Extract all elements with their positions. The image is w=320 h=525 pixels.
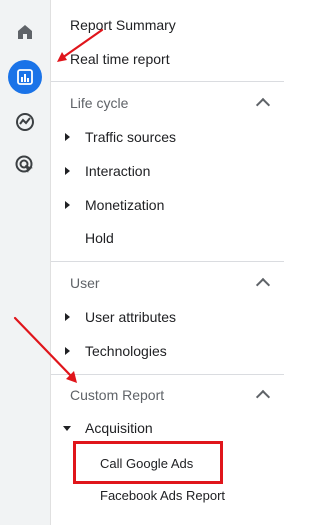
- annotation-arrow: [60, 28, 104, 60]
- annotation-arrows: [13, 28, 104, 383]
- annotation-arrow: [13, 316, 74, 379]
- arrow-head: [57, 52, 67, 62]
